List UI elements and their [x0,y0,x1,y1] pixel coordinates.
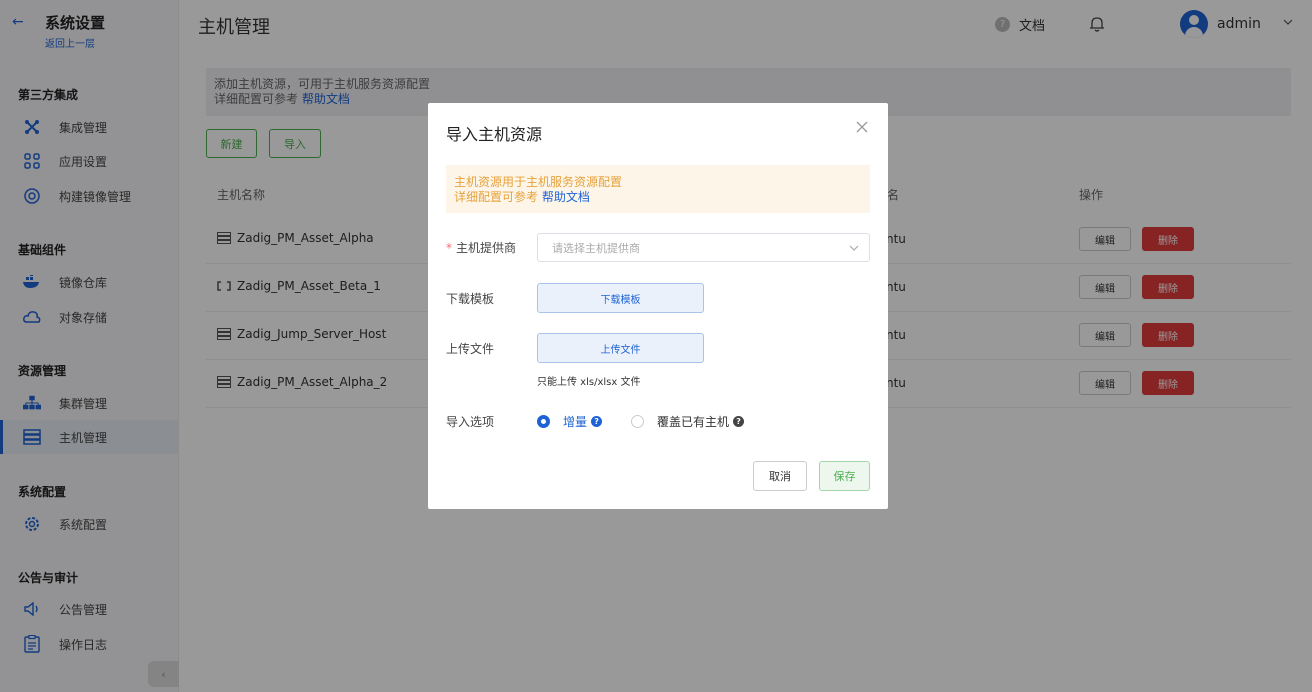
import-option-label: 导入选项 [446,415,495,429]
question-icon[interactable]: ? [733,416,745,427]
dialog-alert: 主机资源用于主机服务资源配置 详细配置可参考 帮助文档 [446,165,870,213]
close-icon[interactable] [856,121,868,133]
provider-label-text: 主机提供商 [456,241,517,255]
provider-label: * 主机提供商 [446,241,517,255]
upload-file-label: 上传文件 [446,342,495,356]
download-template-button[interactable]: 下载模板 [537,283,704,313]
cancel-button[interactable]: 取消 [753,461,807,491]
radio-dot [537,415,550,428]
radio-dot [631,415,644,428]
alert-prefix: 详细配置可参考 [454,190,539,204]
help-doc-link[interactable]: 帮助文档 [542,190,590,204]
download-template-label: 下载模板 [446,292,495,306]
chevron-down-icon [849,245,859,251]
question-icon[interactable]: ? [591,416,603,427]
import-hosts-dialog: 导入主机资源 主机资源用于主机服务资源配置 详细配置可参考 帮助文档 * 主机提供… [428,103,888,509]
radio-increment-label: 增量 [563,415,588,429]
dialog-title: 导入主机资源 [446,125,543,144]
radio-overwrite-label: 覆盖已有主机 [657,415,730,429]
alert-line: 主机资源用于主机服务资源配置 [454,175,623,189]
save-button[interactable]: 保存 [819,461,870,491]
provider-placeholder: 请选择主机提供商 [552,241,640,255]
provider-select[interactable]: 请选择主机提供商 [537,233,870,262]
upload-file-button[interactable]: 上传文件 [537,333,704,363]
upload-hint: 只能上传 xls/xlsx 文件 [537,377,641,388]
radio-overwrite[interactable]: 覆盖已有主机 ? [631,413,745,430]
radio-increment[interactable]: 增量 ? [537,413,603,430]
